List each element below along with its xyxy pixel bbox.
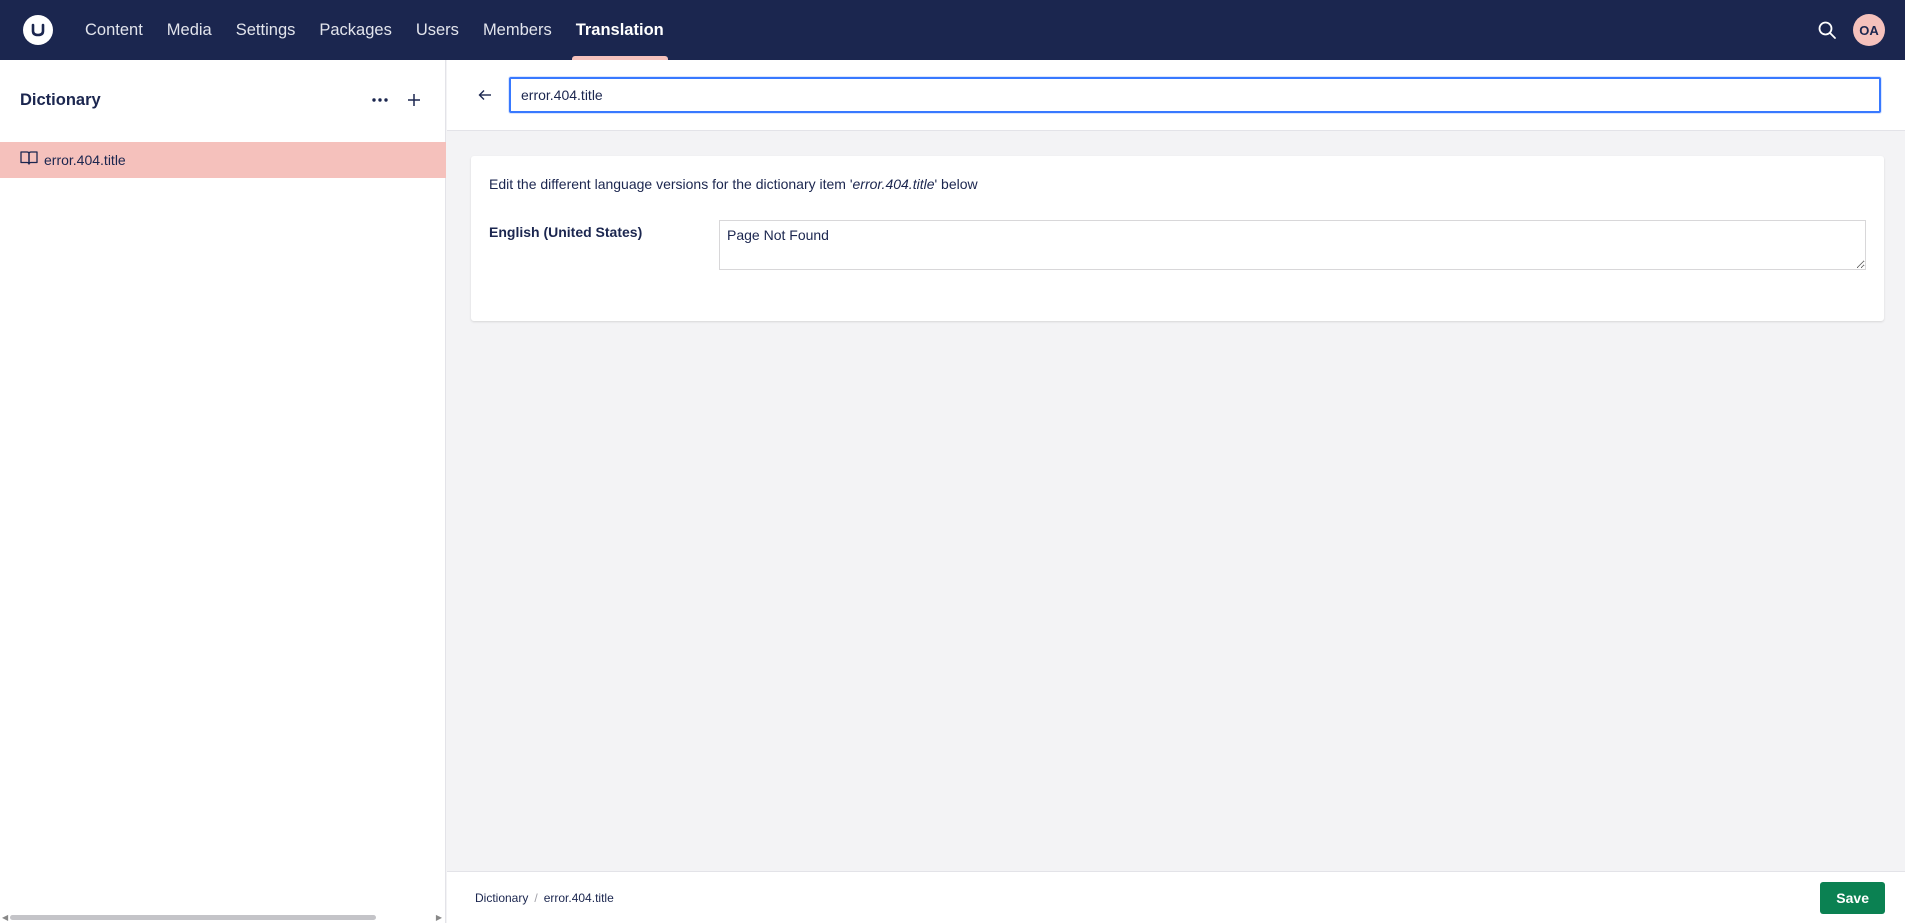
breadcrumb-separator: / <box>534 890 538 905</box>
panel-description: Edit the different language versions for… <box>489 176 978 192</box>
breadcrumb-current: error.404.title <box>543 890 614 905</box>
book-icon <box>20 150 38 171</box>
breadcrumb-dictionary[interactable]: Dictionary <box>475 891 528 905</box>
translation-panel: Edit the different language versions for… <box>471 156 1884 321</box>
scrollbar-thumb[interactable] <box>10 915 376 920</box>
sidebar-actions <box>369 89 425 111</box>
language-label-en-us: English (United States) <box>489 224 643 240</box>
ellipsis-icon[interactable] <box>369 89 391 111</box>
sidebar-title: Dictionary <box>20 90 101 109</box>
topbar-tools: OA <box>1809 12 1885 48</box>
nav-members[interactable]: Members <box>471 0 564 60</box>
scroll-left-icon[interactable]: ◀ <box>2 913 8 922</box>
nav-users[interactable]: Users <box>404 0 471 60</box>
breadcrumb: Dictionary / error.404.title <box>475 891 614 905</box>
top-navigation-bar: Content Media Settings Packages Users Me… <box>0 0 1905 60</box>
description-prefix: Edit the different language versions for… <box>489 176 853 192</box>
scroll-right-icon[interactable]: ▶ <box>436 913 442 922</box>
nav-packages[interactable]: Packages <box>307 0 403 60</box>
translation-textarea-en-us[interactable]: Page Not Found <box>719 220 1866 270</box>
nav-translation[interactable]: Translation <box>564 0 676 60</box>
dictionary-item-name-input[interactable] <box>509 77 1881 113</box>
back-arrow-icon[interactable] <box>471 81 499 109</box>
editor-header <box>447 60 1905 131</box>
sidebar-horizontal-scrollbar[interactable]: ◀ ▶ <box>0 911 446 923</box>
umbraco-logo-icon[interactable] <box>23 15 53 45</box>
dictionary-tree-sidebar: Dictionary error.404.title ◀ ▶ <box>0 60 446 923</box>
description-item-key: error.404.title <box>852 176 935 192</box>
tree-item-error-404-title[interactable]: error.404.title <box>0 142 446 178</box>
description-suffix: ' below <box>934 176 978 192</box>
plus-icon[interactable] <box>403 89 425 111</box>
user-avatar[interactable]: OA <box>1853 14 1885 46</box>
sidebar-header: Dictionary <box>0 60 445 140</box>
nav-content[interactable]: Content <box>73 0 155 60</box>
save-button[interactable]: Save <box>1820 881 1885 914</box>
nav-settings[interactable]: Settings <box>224 0 308 60</box>
editor-footer: Dictionary / error.404.title Save <box>447 871 1905 923</box>
section-nav: Content Media Settings Packages Users Me… <box>73 0 676 60</box>
tree-item-label: error.404.title <box>44 152 126 168</box>
search-icon[interactable] <box>1809 12 1845 48</box>
nav-media[interactable]: Media <box>155 0 224 60</box>
